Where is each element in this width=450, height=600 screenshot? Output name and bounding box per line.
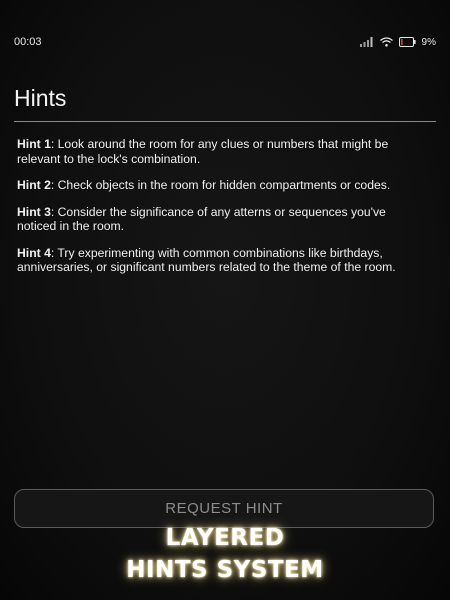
status-time: 00:03 — [14, 36, 42, 48]
status-indicators: 9% — [359, 36, 436, 48]
battery-percent: 9% — [421, 36, 436, 48]
hint-text: : Consider the significance of any atter… — [17, 204, 386, 234]
hint-text: : Try experimenting with common combinat… — [17, 245, 396, 275]
status-bar: 00:03 9% — [14, 33, 436, 51]
feature-caption: LAYERED HINTS SYSTEM — [0, 522, 450, 586]
hint-label: Hint 3 — [17, 204, 51, 219]
hint-text: : Look around the room for any clues or … — [17, 137, 389, 166]
caption-line-2: HINTS SYSTEM — [126, 557, 324, 583]
hint-item: Hint 2: Check objects in the room for hi… — [17, 178, 422, 193]
hint-label: Hint 2 — [17, 178, 51, 192]
hint-item: Hint 1: Look around the room for any clu… — [17, 137, 422, 166]
wifi-icon — [379, 37, 393, 47]
signal-icon — [359, 37, 374, 47]
hint-item: Hint 4: Try experimenting with common co… — [17, 246, 422, 275]
hint-text: : Check objects in the room for hidden c… — [50, 178, 391, 192]
page-title: Hints — [14, 85, 67, 111]
hint-item: Hint 3: Consider the significance of any… — [17, 205, 422, 234]
battery-icon — [398, 37, 416, 47]
caption-line-1: LAYERED — [165, 525, 285, 551]
hint-label: Hint 4 — [17, 245, 51, 260]
title-divider — [14, 121, 436, 122]
hint-label: Hint 1 — [17, 137, 51, 151]
hints-list: Hint 1: Look around the room for any clu… — [17, 137, 422, 287]
hints-screen: 00:03 9% Hints Hint 1: Look around the r… — [0, 0, 450, 600]
